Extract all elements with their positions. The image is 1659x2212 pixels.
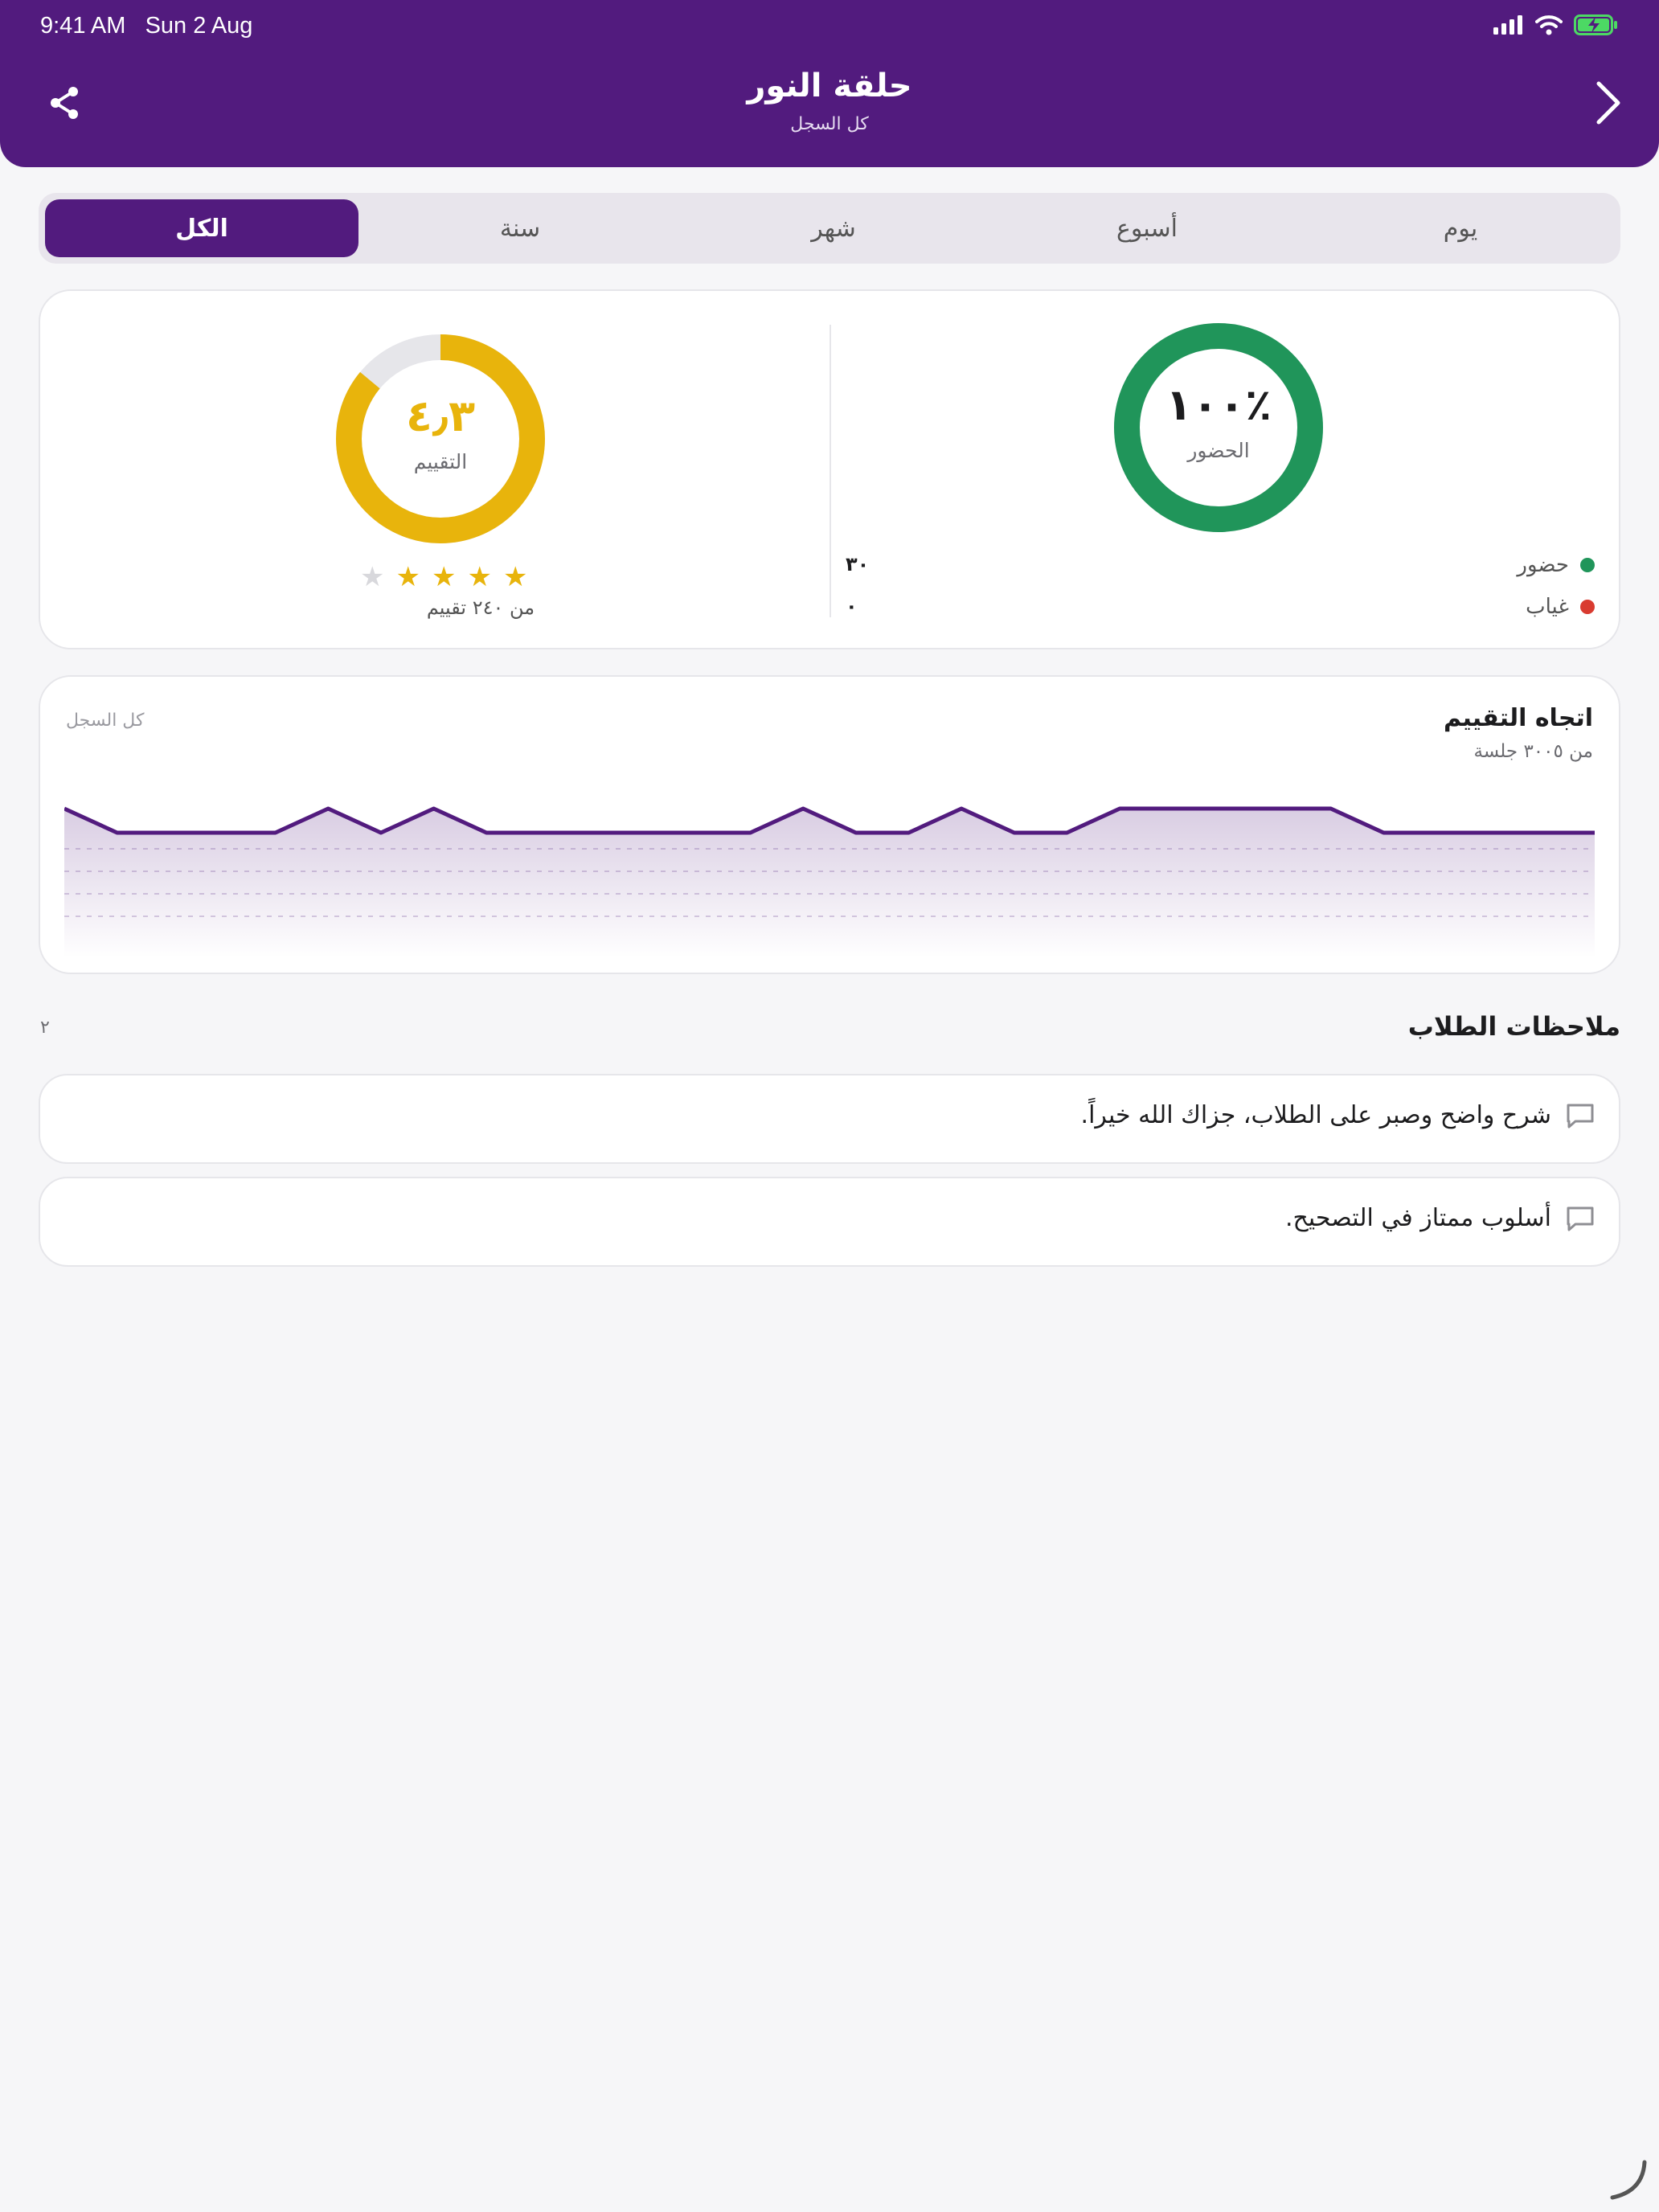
tab-day[interactable]: يوم (1304, 199, 1617, 257)
star-filled-icon: ★ (431, 561, 457, 593)
rating-trend-chart (64, 806, 1595, 958)
legend-present: حضور (1517, 553, 1595, 577)
note-text: أسلوب ممتاز في التصحيح. (1284, 1204, 1551, 1232)
present-count: ٣٠ (846, 553, 870, 576)
tab-month[interactable]: شهر (677, 199, 990, 257)
legend-absent: غياب (1526, 595, 1595, 619)
attendance-caption: الحضور (1187, 439, 1250, 462)
rating-value: ٤٫٣ (405, 391, 476, 441)
vertical-divider (830, 325, 831, 617)
star-filled-icon: ★ (467, 561, 492, 593)
trend-range-label: كل السجل (66, 711, 145, 731)
period-segmented-control: يوم أسبوع شهر سنة الكل (39, 193, 1620, 264)
absent-count: ٠ (846, 595, 858, 617)
comment-icon (1567, 1206, 1594, 1231)
chevron-right-icon (1596, 81, 1620, 125)
resize-handle-icon[interactable] (1603, 2156, 1651, 2204)
notes-count: ٢ (40, 1018, 50, 1038)
rating-caption: التقييم (413, 450, 468, 473)
attendance-percent: ١٠٠٪ (1165, 379, 1272, 430)
absent-dot (1580, 600, 1595, 614)
comment-icon (1567, 1104, 1594, 1129)
wifi-icon (1535, 15, 1563, 35)
legend-present-label: حضور (1517, 553, 1569, 577)
battery-charging-icon (1574, 14, 1617, 35)
page-title: حلقة النور (747, 68, 912, 104)
note-card[interactable]: أسلوب ممتاز في التصحيح. (39, 1177, 1620, 1267)
status-clock: 9:41 AM (40, 13, 126, 39)
page-subtitle: كل السجل (790, 114, 869, 134)
reviews-count: من ٢٤٠ تقييم (426, 596, 535, 619)
present-dot (1580, 558, 1595, 572)
tab-week[interactable]: أسبوع (990, 199, 1304, 257)
status-time: 9:41 AM Sun 2 Aug (40, 13, 252, 39)
star-filled-icon: ★ (502, 561, 528, 593)
star-empty-icon: ★ (360, 561, 385, 593)
trend-area (64, 809, 1595, 958)
notes-title: ملاحظات الطلاب (1407, 1011, 1620, 1042)
note-text: شرح واضح وصبر على الطلاب، جزاك الله خيرا… (1080, 1101, 1551, 1129)
tab-all[interactable]: الكل (45, 199, 358, 257)
tab-year[interactable]: سنة (363, 199, 677, 257)
note-card[interactable]: شرح واضح وصبر على الطلاب، جزاك الله خيرا… (39, 1074, 1620, 1164)
status-icons (1493, 14, 1619, 35)
back-button[interactable] (1583, 74, 1632, 132)
status-date: Sun 2 Aug (145, 13, 253, 39)
rating-trend-card: اتجاه التقييم من ٣٠٠٥ جلسة كل السجل (39, 675, 1620, 974)
stats-card: ١٠٠٪ الحضور حضور ٣٠ غياب ٠ ٤٫٣ التقييم ★… (39, 289, 1620, 649)
top-bar: 9:41 AM Sun 2 Aug حلقة النور كل السجل (0, 0, 1659, 167)
star-filled-icon: ★ (395, 561, 420, 593)
legend-absent-label: غياب (1526, 595, 1569, 619)
trend-subtitle: من ٣٠٠٥ جلسة (1473, 741, 1593, 762)
trend-title: اتجاه التقييم (1444, 704, 1593, 732)
signal-icon (1493, 15, 1522, 35)
rating-stars: ★ ★ ★ ★ ★ (360, 561, 527, 593)
